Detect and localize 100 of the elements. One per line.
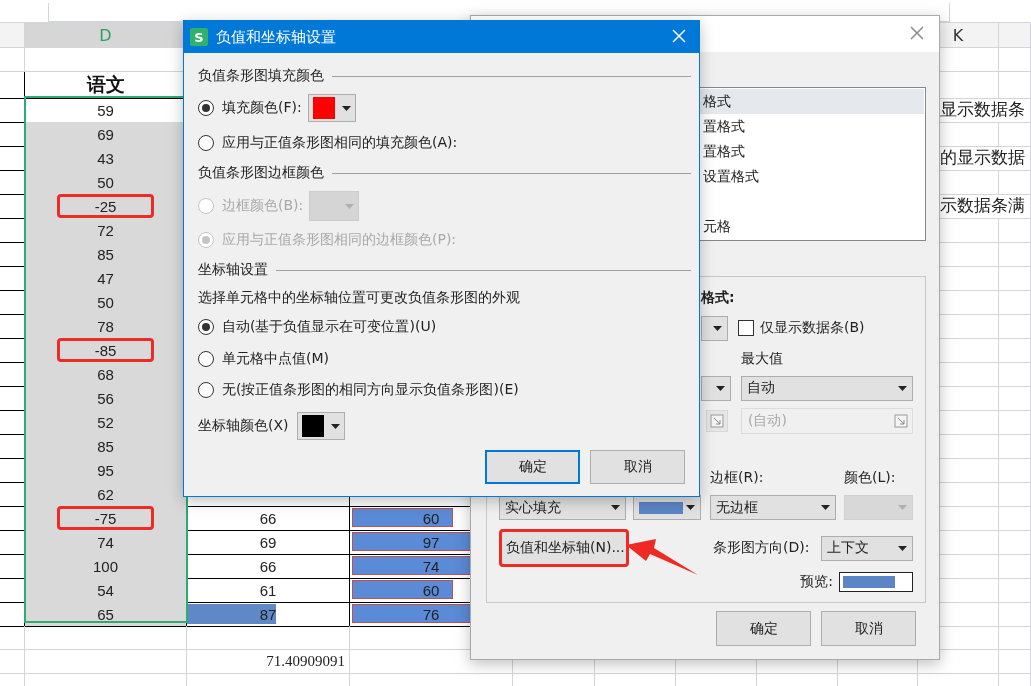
radio-button[interactable] bbox=[198, 319, 214, 335]
table-cell bbox=[0, 48, 25, 72]
table-cell bbox=[999, 482, 1031, 507]
option-label: 自动(基于负值显示在可变位置)(U) bbox=[222, 318, 437, 336]
radio-button[interactable] bbox=[198, 382, 214, 398]
table-cell bbox=[0, 650, 25, 674]
radio-button[interactable] bbox=[198, 100, 214, 116]
dialog-button[interactable]: 确定 bbox=[716, 611, 811, 646]
description-text: 选择单元格中的坐标轴位置可更改负值条形图的外观 bbox=[198, 289, 520, 307]
highlighted-value: -75 bbox=[57, 506, 154, 530]
preview-bar bbox=[843, 576, 895, 588]
dropdown[interactable]: 实心填充 bbox=[499, 495, 626, 520]
table-cell bbox=[999, 266, 1031, 291]
color-picker[interactable] bbox=[296, 412, 345, 440]
cell-value: 97 bbox=[422, 533, 440, 551]
checkbox-label: 仅显示数据条(B) bbox=[760, 319, 865, 337]
table-cell bbox=[999, 386, 1031, 411]
caret-icon bbox=[345, 203, 355, 209]
cell-value: 47 bbox=[96, 268, 115, 289]
cell-text: 示数据条满 bbox=[940, 195, 1025, 217]
cell-value: 72 bbox=[96, 220, 115, 241]
cell-value: 78 bbox=[96, 316, 115, 337]
cell-select-icon bbox=[894, 414, 908, 428]
table-cell bbox=[999, 578, 1031, 603]
caret-icon bbox=[898, 545, 907, 551]
cell-value: 66 bbox=[259, 557, 277, 575]
highlighted-value: -25 bbox=[57, 194, 154, 218]
cell-text: 的显示数据 bbox=[940, 147, 1025, 169]
table-cell bbox=[999, 626, 1031, 650]
cell-value: 59 bbox=[96, 100, 115, 121]
highlighted-value: -85 bbox=[57, 338, 154, 362]
arrow-annotation bbox=[626, 539, 698, 575]
table-cell bbox=[999, 434, 1031, 459]
caret-icon bbox=[686, 505, 695, 510]
cell-text: 显示数据条 bbox=[940, 99, 1025, 121]
caret-icon bbox=[611, 505, 620, 510]
section-heading: 坐标轴设置 bbox=[198, 261, 268, 279]
dialog-button[interactable]: 取消 bbox=[821, 611, 916, 646]
option-label: 边框颜色(B): bbox=[222, 197, 304, 215]
cell-value: 68 bbox=[96, 364, 115, 385]
table-cell bbox=[999, 602, 1031, 627]
cell-value: 65 bbox=[96, 604, 115, 625]
cell-value: 61 bbox=[259, 581, 277, 599]
field-label: 条形图方向(D): bbox=[713, 539, 811, 557]
caret-icon bbox=[716, 385, 725, 391]
option-label: 应用与正值条形图相同的边框颜色(P): bbox=[222, 231, 457, 249]
dropdown[interactable]: 自动 bbox=[741, 375, 913, 401]
table-cell bbox=[999, 410, 1031, 435]
negative-axis-button[interactable]: 负值和坐标轴(N)... bbox=[499, 529, 629, 567]
color-picker[interactable] bbox=[309, 191, 360, 221]
option-label: 坐标轴颜色(X) bbox=[198, 417, 289, 435]
close-icon bbox=[909, 25, 925, 41]
cell-value: 50 bbox=[96, 172, 115, 193]
caret-icon bbox=[898, 385, 907, 391]
cell-value: 56 bbox=[96, 388, 115, 409]
table-cell bbox=[999, 362, 1031, 387]
caret-icon bbox=[713, 325, 722, 331]
cell-value: 87 bbox=[259, 605, 277, 623]
dropdown[interactable] bbox=[701, 375, 731, 401]
cell-value: 62 bbox=[96, 484, 115, 505]
color-picker[interactable] bbox=[307, 94, 356, 122]
option-label: 应用与正值条形图相同的填充颜色(A): bbox=[222, 134, 458, 152]
cell-value: 50 bbox=[96, 292, 115, 313]
field-label: 边框(R): bbox=[710, 469, 765, 487]
table-cell bbox=[999, 290, 1031, 315]
section-label: 格式: bbox=[701, 289, 735, 307]
cell-value: 43 bbox=[96, 148, 115, 169]
cell-value: 60 bbox=[422, 509, 440, 527]
dialog-button[interactable]: 确定 bbox=[485, 450, 580, 484]
window-title: 负值和坐标轴设置 bbox=[216, 27, 337, 47]
radio-button[interactable] bbox=[198, 135, 214, 151]
radio-button[interactable] bbox=[198, 350, 214, 367]
dropdown[interactable]: 无边框 bbox=[710, 495, 836, 520]
caret-icon bbox=[898, 505, 907, 510]
cell-value: 54 bbox=[96, 580, 115, 601]
field-label: 颜色(L): bbox=[844, 469, 896, 487]
dialog-button[interactable]: 取消 bbox=[590, 450, 685, 484]
cell-value: 60 bbox=[422, 581, 440, 599]
cell-value: 52 bbox=[96, 412, 115, 433]
cell-value: 76 bbox=[422, 605, 440, 623]
option-label: 无(按正值条形图的相同方向显示负值条形图)(E) bbox=[222, 381, 519, 399]
dropdown[interactable] bbox=[701, 315, 728, 341]
color-dropdown[interactable] bbox=[633, 495, 701, 520]
table-cell bbox=[999, 554, 1031, 579]
table-cell bbox=[999, 650, 1031, 674]
table-cell bbox=[999, 506, 1031, 531]
section-heading: 负值条形图填充颜色 bbox=[198, 67, 324, 85]
app-logo: S bbox=[190, 28, 208, 46]
dropdown[interactable]: 上下文 bbox=[821, 535, 913, 561]
column-label: K bbox=[952, 25, 964, 45]
caret-icon bbox=[330, 423, 340, 429]
cell-value: 71.40909091 bbox=[266, 653, 346, 670]
cell-value: 69 bbox=[259, 533, 277, 551]
cell-value: 74 bbox=[96, 532, 115, 553]
cell-value: 85 bbox=[96, 436, 115, 457]
checkbox[interactable] bbox=[738, 320, 754, 336]
cell-value: 85 bbox=[96, 244, 115, 265]
table-cell bbox=[999, 48, 1031, 72]
table-cell bbox=[999, 530, 1031, 555]
cell-value: 66 bbox=[259, 509, 277, 527]
